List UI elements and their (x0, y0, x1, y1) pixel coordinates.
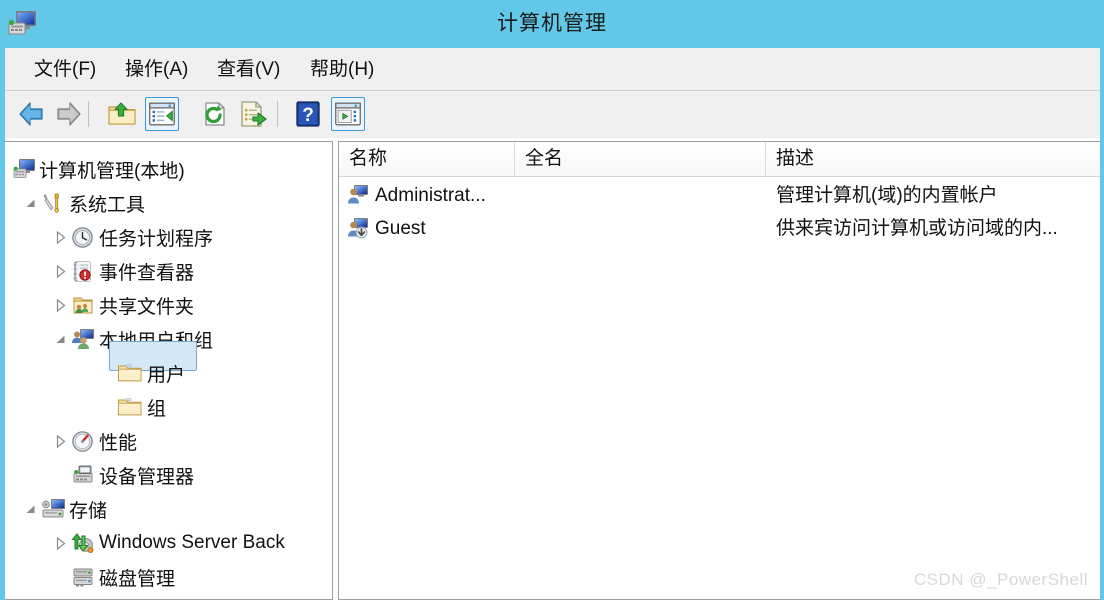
disk-management-icon (71, 566, 99, 588)
clock-icon (71, 226, 99, 249)
arrow-left-icon (19, 102, 43, 126)
tree-item-label: 系统工具 (69, 194, 146, 216)
performance-icon (71, 430, 99, 453)
tree-item-windows-server-backup[interactable]: Windows Server Back (5, 526, 332, 560)
tree-item-label: 计算机管理(本地) (39, 160, 185, 182)
menu-action[interactable]: 操作(A) (116, 48, 197, 91)
tree-item-event-viewer[interactable]: 事件查看器 (5, 254, 332, 288)
tree-item-shared-folders[interactable]: 共享文件夹 (5, 288, 332, 322)
cell-name: Administrat... (375, 185, 486, 206)
tree-item-label: 事件查看器 (99, 262, 195, 284)
users-group-icon (71, 328, 99, 350)
chevron-collapsed-icon[interactable] (55, 231, 69, 245)
menu-file[interactable]: 文件(F) (25, 48, 105, 91)
content-area: 计算机管理(本地) 系统工具 任务计划程序 事件查看器 共享文件夹 用户 组 性… (5, 138, 1100, 600)
event-log-icon (71, 260, 99, 283)
svg-text:?: ? (302, 105, 314, 126)
folder-icon (117, 363, 147, 383)
window-title: 计算机管理 (497, 12, 607, 35)
column-header-name[interactable]: 名称 (339, 142, 515, 176)
tree-item-users[interactable]: 用户 (5, 356, 332, 390)
tree-item-disk-management[interactable]: 磁盘管理 (5, 560, 332, 594)
title-bar: 计算机管理 (5, 0, 1100, 48)
cell-full-name (525, 180, 766, 211)
list-column-header-row: 名称 全名 描述 (339, 142, 1100, 177)
tree-item-computer-management-local[interactable]: 计算机管理(本地) (5, 152, 332, 186)
user-account-disabled-icon (347, 217, 369, 239)
tree-item-label: 设备管理器 (99, 466, 195, 488)
show-tree-icon (149, 102, 175, 126)
column-header-description[interactable]: 描述 (766, 142, 1100, 176)
tree-item-services-and-applications[interactable]: 服务和应用程序 (5, 594, 332, 599)
chevron-collapsed-icon[interactable] (55, 537, 69, 551)
console-tree-panel[interactable]: 计算机管理(本地) 系统工具 任务计划程序 事件查看器 共享文件夹 用户 组 性… (5, 141, 333, 600)
action-pane-icon (335, 102, 361, 126)
menu-view[interactable]: 查看(V) (208, 48, 289, 91)
up-one-level-button[interactable] (105, 97, 139, 131)
tree-item-performance[interactable]: 性能 (5, 424, 332, 458)
details-list-panel[interactable]: 名称 全名 描述 Administrat... 管理计算机(域)的内置帐户 Gu… (338, 141, 1100, 600)
tree-item-storage[interactable]: 存储 (5, 492, 332, 526)
tree-item-label: 任务计划程序 (99, 228, 214, 250)
show-action-pane-button[interactable] (331, 97, 365, 131)
cell-description: 供来宾访问计算机或访问域的内... (776, 218, 1058, 239)
column-header-full-name[interactable]: 全名 (515, 142, 766, 176)
show-hide-tree-button[interactable] (145, 97, 179, 131)
cell-description: 管理计算机(域)的内置帐户 (776, 185, 998, 206)
chevron-collapsed-icon[interactable] (55, 435, 69, 449)
tree-item-label: Windows Server Back (99, 532, 285, 553)
chevron-collapsed-icon[interactable] (55, 265, 69, 279)
cell-full-name (525, 213, 766, 244)
tree-item-device-manager[interactable]: 设备管理器 (5, 458, 332, 492)
folder-icon (117, 397, 147, 417)
folder-up-icon (108, 102, 136, 125)
toolbar: ? (5, 91, 1100, 138)
chevron-expanded-icon[interactable] (25, 198, 39, 212)
menu-help[interactable]: 帮助(H) (301, 48, 383, 91)
tree-item-label: 磁盘管理 (99, 568, 176, 590)
help-question-icon: ? (296, 101, 320, 127)
chevron-collapsed-icon[interactable] (55, 299, 69, 313)
chevron-expanded-icon[interactable] (55, 334, 69, 348)
tree-item-label: 性能 (99, 432, 138, 454)
refresh-icon (205, 102, 225, 126)
menu-bar: 文件(F) 操作(A) 查看(V) 帮助(H) (5, 48, 1100, 91)
tree-item-task-scheduler[interactable]: 任务计划程序 (5, 220, 332, 254)
forward-button[interactable] (51, 97, 85, 131)
arrow-right-icon (57, 102, 81, 126)
tree-item-groups[interactable]: 组 (5, 390, 332, 424)
tools-icon (41, 192, 69, 214)
tree-item-label: 共享文件夹 (99, 296, 195, 318)
refresh-button[interactable] (198, 97, 232, 131)
shared-folder-icon (71, 294, 99, 316)
backup-icon (71, 532, 99, 554)
toolbar-separator (88, 101, 89, 127)
tree-item-system-tools[interactable]: 系统工具 (5, 186, 332, 220)
export-list-icon (241, 101, 267, 127)
user-account-icon (347, 184, 369, 206)
table-row[interactable]: Administrat... 管理计算机(域)的内置帐户 (339, 180, 1100, 211)
computer-management-window: 计算机管理 文件(F) 操作(A) 查看(V) 帮助(H) ? 计算机管理(本地… (0, 0, 1104, 600)
storage-icon (41, 498, 69, 520)
device-manager-icon (71, 464, 99, 486)
chevron-expanded-icon[interactable] (25, 504, 39, 518)
computer-icon (13, 158, 39, 180)
tree-item-label: 组 (147, 398, 167, 420)
cell-name: Guest (375, 218, 426, 239)
toolbar-separator (277, 101, 278, 127)
table-row[interactable]: Guest 供来宾访问计算机或访问域的内... (339, 213, 1100, 244)
export-list-button[interactable] (236, 97, 270, 131)
back-button[interactable] (15, 97, 49, 131)
help-button[interactable]: ? (291, 97, 325, 131)
tree-item-label: 用户 (147, 364, 186, 386)
tree-item-label: 存储 (69, 500, 108, 522)
